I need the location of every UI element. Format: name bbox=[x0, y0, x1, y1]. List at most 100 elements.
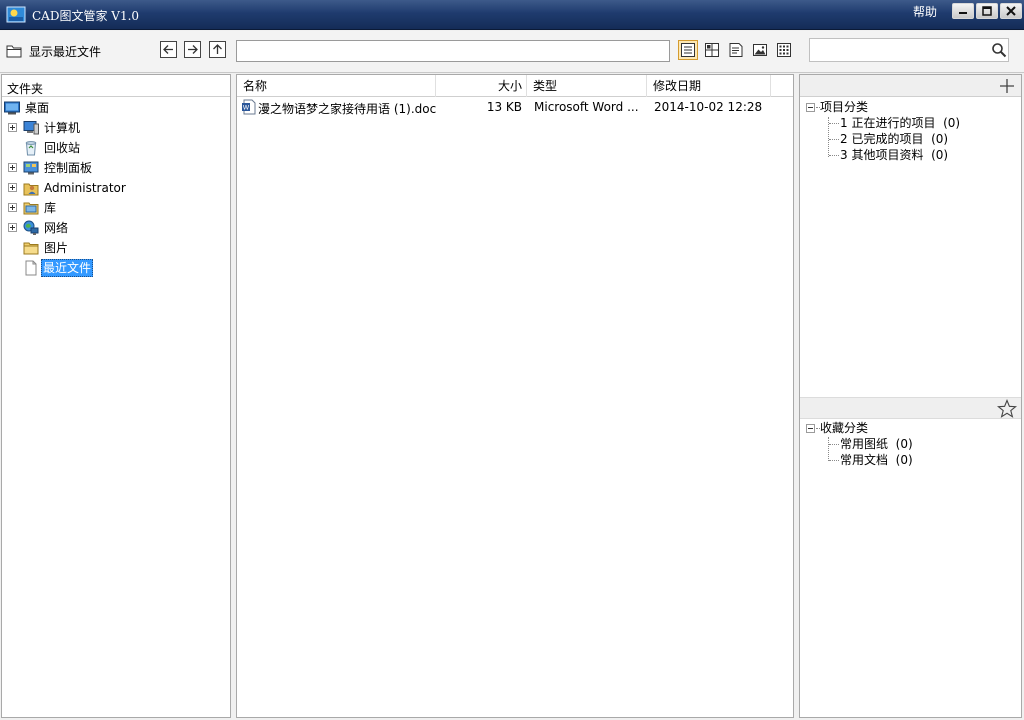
tree-label-library: 库 bbox=[44, 201, 57, 215]
tree-label-recent-files: 最近文件 bbox=[41, 259, 94, 277]
show-recent-files-button[interactable]: 显示最近文件 bbox=[6, 40, 101, 62]
recycle-bin-icon bbox=[25, 141, 37, 156]
category-count: (0) bbox=[895, 437, 913, 451]
user-folder-icon bbox=[23, 183, 39, 196]
forward-arrow-icon[interactable] bbox=[184, 41, 201, 58]
up-arrow-icon[interactable] bbox=[209, 41, 226, 58]
maximize-icon bbox=[982, 6, 992, 16]
expand-toggle[interactable] bbox=[8, 203, 17, 212]
tree-label-control-panel: 控制面板 bbox=[44, 161, 93, 175]
document-icon bbox=[25, 260, 37, 276]
word-doc-icon: W bbox=[242, 99, 256, 115]
tree-label-desktop: 桌面 bbox=[25, 101, 50, 115]
tiles-view-icon bbox=[705, 43, 719, 57]
app-logo-icon bbox=[6, 6, 26, 23]
plus-icon[interactable] bbox=[999, 78, 1015, 94]
favorite-category-item[interactable]: 常用文档 (0) bbox=[840, 452, 913, 468]
view-preview-button[interactable] bbox=[750, 40, 770, 60]
window-title: CAD图文管家 V1.0 bbox=[32, 9, 140, 23]
tree-item-desktop[interactable]: 桌面 bbox=[2, 99, 230, 117]
tree-connector bbox=[829, 444, 839, 445]
column-header-date[interactable]: 修改日期 bbox=[647, 75, 771, 97]
category-label: 2 已完成的项目 bbox=[840, 132, 924, 146]
tree-item-recent-files[interactable]: 最近文件 bbox=[2, 259, 230, 277]
category-count: (0) bbox=[931, 132, 949, 146]
tree-item-computer[interactable]: 计算机 bbox=[2, 119, 230, 137]
tree-label-network: 网络 bbox=[44, 221, 69, 235]
close-button[interactable] bbox=[1000, 3, 1022, 19]
folder-outline-icon bbox=[6, 45, 22, 58]
library-icon bbox=[23, 202, 39, 215]
search-box bbox=[809, 38, 1009, 62]
tree-item-library[interactable]: 库 bbox=[2, 199, 230, 217]
view-content-button[interactable] bbox=[726, 40, 746, 60]
tree-label-administrator: Administrator bbox=[44, 181, 126, 195]
tree-item-administrator[interactable]: Administrator bbox=[2, 179, 230, 197]
tree-item-recycle-bin[interactable]: 回收站 bbox=[2, 139, 230, 157]
view-details-button[interactable] bbox=[678, 40, 698, 60]
folder-pane-header: 文件夹 bbox=[2, 75, 230, 97]
star-icon[interactable] bbox=[997, 399, 1017, 419]
computer-icon bbox=[23, 121, 39, 135]
network-icon bbox=[23, 220, 39, 235]
category-count: (0) bbox=[895, 453, 913, 467]
content-view-icon bbox=[729, 43, 743, 57]
column-header-type[interactable]: 类型 bbox=[527, 75, 647, 97]
category-count: (0) bbox=[931, 148, 949, 162]
tree-connector bbox=[829, 155, 839, 156]
view-tiles-button[interactable] bbox=[702, 40, 722, 60]
expand-toggle[interactable] bbox=[8, 183, 17, 192]
project-category-item[interactable]: 2 已完成的项目 (0) bbox=[840, 131, 948, 147]
help-menu[interactable]: 帮助 bbox=[913, 3, 937, 20]
category-label: 1 正在进行的项目 bbox=[840, 116, 936, 130]
project-category-item[interactable]: 1 正在进行的项目 (0) bbox=[840, 115, 960, 131]
tree-connector bbox=[829, 139, 839, 140]
expand-toggle[interactable] bbox=[8, 223, 17, 232]
expand-toggle[interactable] bbox=[8, 123, 17, 132]
view-icons-button[interactable] bbox=[774, 40, 794, 60]
file-list-header: 名称 大小 类型 修改日期 bbox=[237, 75, 793, 97]
category-label: 常用图纸 bbox=[840, 437, 889, 451]
search-icon[interactable] bbox=[991, 42, 1007, 58]
tree-item-control-panel[interactable]: 控制面板 bbox=[2, 159, 230, 177]
project-category-item[interactable]: 3 其他项目资料 (0) bbox=[840, 147, 948, 163]
column-header-name[interactable]: 名称 bbox=[237, 75, 436, 97]
category-pane-header bbox=[800, 75, 1021, 97]
details-view-icon bbox=[681, 43, 695, 57]
expand-toggle[interactable] bbox=[8, 163, 17, 172]
grid-view-icon bbox=[777, 43, 791, 57]
tree-connector bbox=[829, 460, 839, 461]
tree-item-pictures[interactable]: 图片 bbox=[2, 239, 230, 257]
tree-label-pictures: 图片 bbox=[44, 241, 69, 255]
file-row[interactable]: W 漫之物语梦之家接待用语 (1).doc 13 KB Microsoft Wo… bbox=[238, 98, 792, 116]
file-type: Microsoft Word ... bbox=[534, 100, 639, 114]
tree-connector bbox=[828, 437, 829, 461]
collapse-toggle[interactable] bbox=[806, 103, 815, 112]
column-header-size[interactable]: 大小 bbox=[436, 75, 527, 97]
tree-label-recycle-bin: 回收站 bbox=[44, 141, 81, 155]
minimize-icon bbox=[959, 12, 967, 14]
show-recent-files-label: 显示最近文件 bbox=[29, 44, 102, 59]
category-label: 常用文档 bbox=[840, 453, 889, 467]
back-arrow-icon[interactable] bbox=[160, 41, 177, 58]
project-category-title[interactable]: 项目分类 bbox=[820, 99, 868, 115]
path-input[interactable] bbox=[236, 40, 670, 62]
close-icon bbox=[1006, 6, 1016, 16]
category-pane: 项目分类 1 正在进行的项目 (0) 2 已完成的项目 (0) 3 其他项目资料… bbox=[799, 74, 1022, 718]
file-size: 13 KB bbox=[486, 100, 522, 114]
category-label: 3 其他项目资料 bbox=[840, 148, 924, 162]
maximize-button[interactable] bbox=[976, 3, 998, 19]
tree-label-computer: 计算机 bbox=[44, 121, 81, 135]
folder-pane-title: 文件夹 bbox=[7, 82, 44, 96]
favorite-category-item[interactable]: 常用图纸 (0) bbox=[840, 436, 913, 452]
file-name: 漫之物语梦之家接待用语 (1).doc bbox=[258, 102, 437, 116]
favorite-category-title[interactable]: 收藏分类 bbox=[820, 420, 868, 436]
collapse-toggle[interactable] bbox=[806, 424, 815, 433]
search-input[interactable] bbox=[814, 42, 984, 58]
svg-text:W: W bbox=[243, 104, 250, 112]
tree-connector bbox=[829, 123, 839, 124]
image-preview-icon bbox=[753, 44, 767, 56]
folder-tree-pane: 文件夹 桌面 计算机 回收站 控制面板 Administrator 库 网络 图… bbox=[1, 74, 231, 718]
minimize-button[interactable] bbox=[952, 3, 974, 19]
tree-item-network[interactable]: 网络 bbox=[2, 219, 230, 237]
